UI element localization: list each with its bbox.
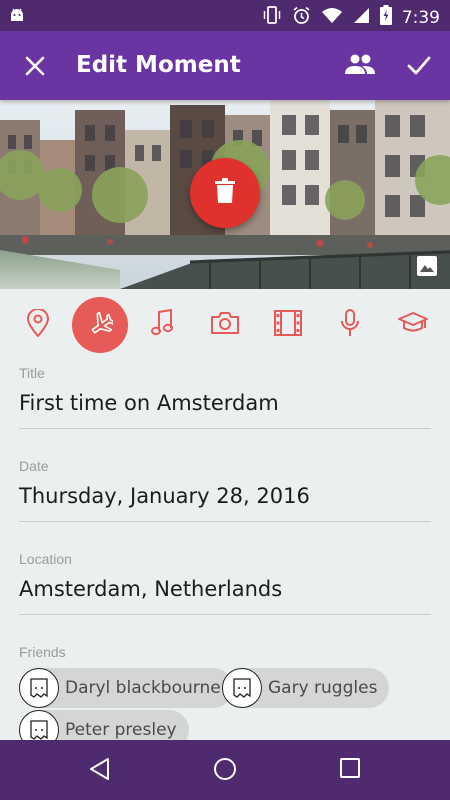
navigation-bar <box>0 740 450 800</box>
category-education[interactable] <box>385 297 441 353</box>
category-music[interactable] <box>134 297 190 353</box>
check-icon[interactable] <box>405 51 433 84</box>
recents-icon[interactable] <box>339 757 361 784</box>
graduation-cap-icon <box>398 311 428 340</box>
home-icon[interactable] <box>213 757 237 786</box>
status-bar: 7:39 <box>0 0 450 31</box>
friend-name: Daryl blackbourne <box>65 678 221 698</box>
location-label: Location <box>19 551 72 567</box>
location-input[interactable]: Amsterdam, Netherlands <box>19 577 431 601</box>
category-photo[interactable] <box>197 297 253 353</box>
avatar <box>19 668 59 708</box>
date-field[interactable]: Date Thursday, January 28, 2016 <box>19 458 431 522</box>
trash-icon <box>214 177 236 209</box>
airplane-icon <box>87 310 116 341</box>
wifi-icon <box>321 7 343 29</box>
app-bar: Edit Moment <box>0 31 450 100</box>
status-time: 7:39 <box>401 7 440 28</box>
date-input[interactable]: Thursday, January 28, 2016 <box>19 484 431 508</box>
vibrate-icon <box>262 6 282 29</box>
location-pin-icon <box>26 307 50 342</box>
friend-name: Gary ruggles <box>268 678 378 698</box>
film-icon <box>274 309 302 341</box>
category-location[interactable] <box>10 297 66 353</box>
music-note-icon <box>150 308 174 342</box>
back-icon[interactable] <box>88 757 112 786</box>
image-icon[interactable] <box>416 255 438 282</box>
delete-photo-button[interactable] <box>190 158 260 228</box>
friend-name: Peter presley <box>65 720 177 740</box>
title-label: Title <box>19 365 45 381</box>
title-field[interactable]: Title First time on Amsterdam <box>19 365 431 429</box>
page-title: Edit Moment <box>76 52 241 78</box>
avatar <box>222 668 262 708</box>
android-icon <box>9 7 25 28</box>
category-audio[interactable] <box>322 297 378 353</box>
friend-chip[interactable]: Daryl blackbourne <box>19 668 233 708</box>
signal-icon <box>353 7 370 29</box>
date-label: Date <box>19 458 49 474</box>
camera-icon <box>210 311 240 340</box>
friends-label: Friends <box>19 644 66 660</box>
alarm-icon <box>292 6 311 30</box>
microphone-icon <box>339 308 361 342</box>
title-input[interactable]: First time on Amsterdam <box>19 391 431 415</box>
friend-chip[interactable]: Gary ruggles <box>222 668 390 708</box>
category-row <box>0 297 450 353</box>
location-field[interactable]: Location Amsterdam, Netherlands <box>19 551 431 615</box>
battery-charging-icon <box>379 5 392 30</box>
category-travel[interactable] <box>72 297 128 353</box>
people-icon[interactable] <box>344 52 376 81</box>
category-film[interactable] <box>260 297 316 353</box>
close-icon[interactable] <box>22 53 48 79</box>
